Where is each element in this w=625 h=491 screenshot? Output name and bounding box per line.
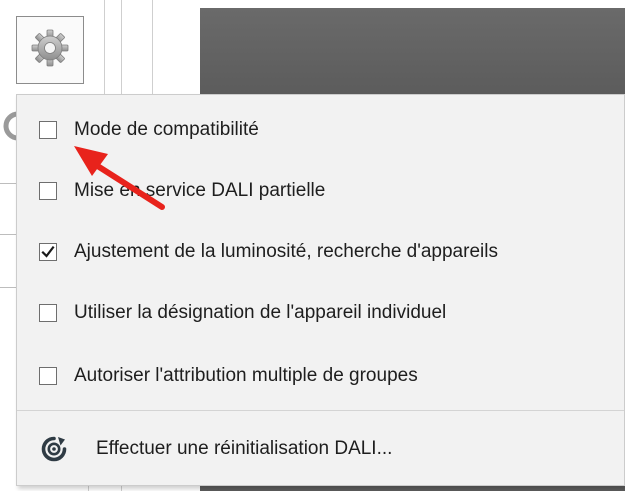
dark-bottom-panel <box>200 486 625 491</box>
reset-icon <box>41 436 67 462</box>
checkmark-icon <box>41 245 55 258</box>
partial-commissioning-checkbox[interactable] <box>39 182 57 200</box>
vertical-divider <box>152 0 153 94</box>
menu-item-label: Utiliser la désignation de l'appareil in… <box>74 302 447 323</box>
menu-item-label: Autoriser l'attribution multiple de grou… <box>74 365 418 386</box>
menu-item-partial-commissioning[interactable]: Mise en service DALI partielle <box>17 171 624 211</box>
vertical-divider <box>104 0 105 94</box>
menu-item-compatibility-mode[interactable]: Mode de compatibilité <box>17 110 624 150</box>
gear-icon <box>30 28 70 73</box>
menu-separator <box>17 410 624 411</box>
individual-designation-checkbox[interactable] <box>39 304 57 322</box>
dark-header-panel <box>200 8 625 94</box>
menu-item-multiple-group-assignment[interactable]: Autoriser l'attribution multiple de grou… <box>17 356 624 396</box>
menu-item-label: Mise en service DALI partielle <box>74 180 326 201</box>
menu-item-dali-reset[interactable]: Effectuer une réinitialisation DALI... <box>17 429 624 469</box>
horizontal-divider <box>0 287 16 288</box>
menu-item-individual-designation[interactable]: Utiliser la désignation de l'appareil in… <box>17 293 624 333</box>
vertical-divider <box>88 486 89 491</box>
brightness-adjustment-checkbox[interactable] <box>39 243 57 261</box>
settings-dropdown-menu: Mode de compatibilité Mise en service DA… <box>16 94 625 486</box>
vertical-divider <box>121 0 122 94</box>
compatibility-mode-checkbox[interactable] <box>39 121 57 139</box>
horizontal-divider <box>0 183 16 184</box>
horizontal-divider <box>0 234 16 235</box>
menu-item-label: Effectuer une réinitialisation DALI... <box>96 438 393 459</box>
menu-item-brightness-adjustment[interactable]: Ajustement de la luminosité, recherche d… <box>17 232 624 272</box>
vertical-divider <box>121 486 122 491</box>
settings-button[interactable] <box>16 16 84 84</box>
multiple-group-assignment-checkbox[interactable] <box>39 367 57 385</box>
menu-item-label: Ajustement de la luminosité, recherche d… <box>74 241 498 262</box>
application-window: Mode de compatibilité Mise en service DA… <box>0 0 625 491</box>
menu-item-label: Mode de compatibilité <box>74 119 259 140</box>
